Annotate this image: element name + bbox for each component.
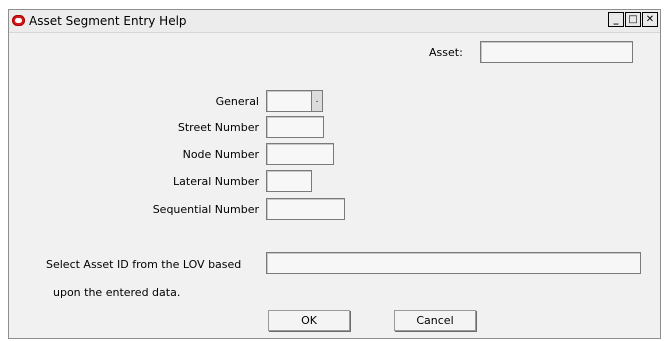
- window-controls: _ □ ✕: [607, 12, 658, 27]
- ok-button[interactable]: OK: [268, 310, 350, 331]
- select-asset-id-label-line2: upon the entered data.: [53, 286, 181, 299]
- general-label: General: [215, 95, 259, 108]
- asset-id-lov-field[interactable]: [266, 252, 641, 274]
- close-button[interactable]: ✕: [642, 12, 658, 27]
- select-asset-id-label-line1: Select Asset ID from the LOV based: [46, 258, 242, 271]
- asset-segment-entry-dialog: Asset Segment Entry Help _ □ ✕ Asset: Ge…: [8, 9, 661, 339]
- street-number-label: Street Number: [177, 121, 259, 134]
- cancel-button[interactable]: Cancel: [394, 310, 476, 331]
- node-number-label: Node Number: [182, 148, 259, 161]
- node-number-field[interactable]: [266, 143, 334, 165]
- asset-label: Asset:: [429, 46, 463, 59]
- street-number-field[interactable]: [266, 116, 324, 138]
- lateral-number-field[interactable]: [266, 170, 312, 192]
- lateral-number-label: Lateral Number: [173, 175, 259, 188]
- general-field[interactable]: [266, 90, 312, 112]
- general-lov-button[interactable]: .: [312, 90, 323, 112]
- title-bar[interactable]: Asset Segment Entry Help _ □ ✕: [9, 10, 660, 33]
- asset-field[interactable]: [480, 41, 633, 63]
- oracle-logo-icon: [12, 15, 25, 26]
- sequential-number-label: Sequential Number: [152, 203, 259, 216]
- window-title: Asset Segment Entry Help: [29, 14, 187, 28]
- sequential-number-field[interactable]: [266, 198, 345, 220]
- minimize-button[interactable]: _: [608, 12, 624, 27]
- maximize-button[interactable]: □: [625, 12, 641, 27]
